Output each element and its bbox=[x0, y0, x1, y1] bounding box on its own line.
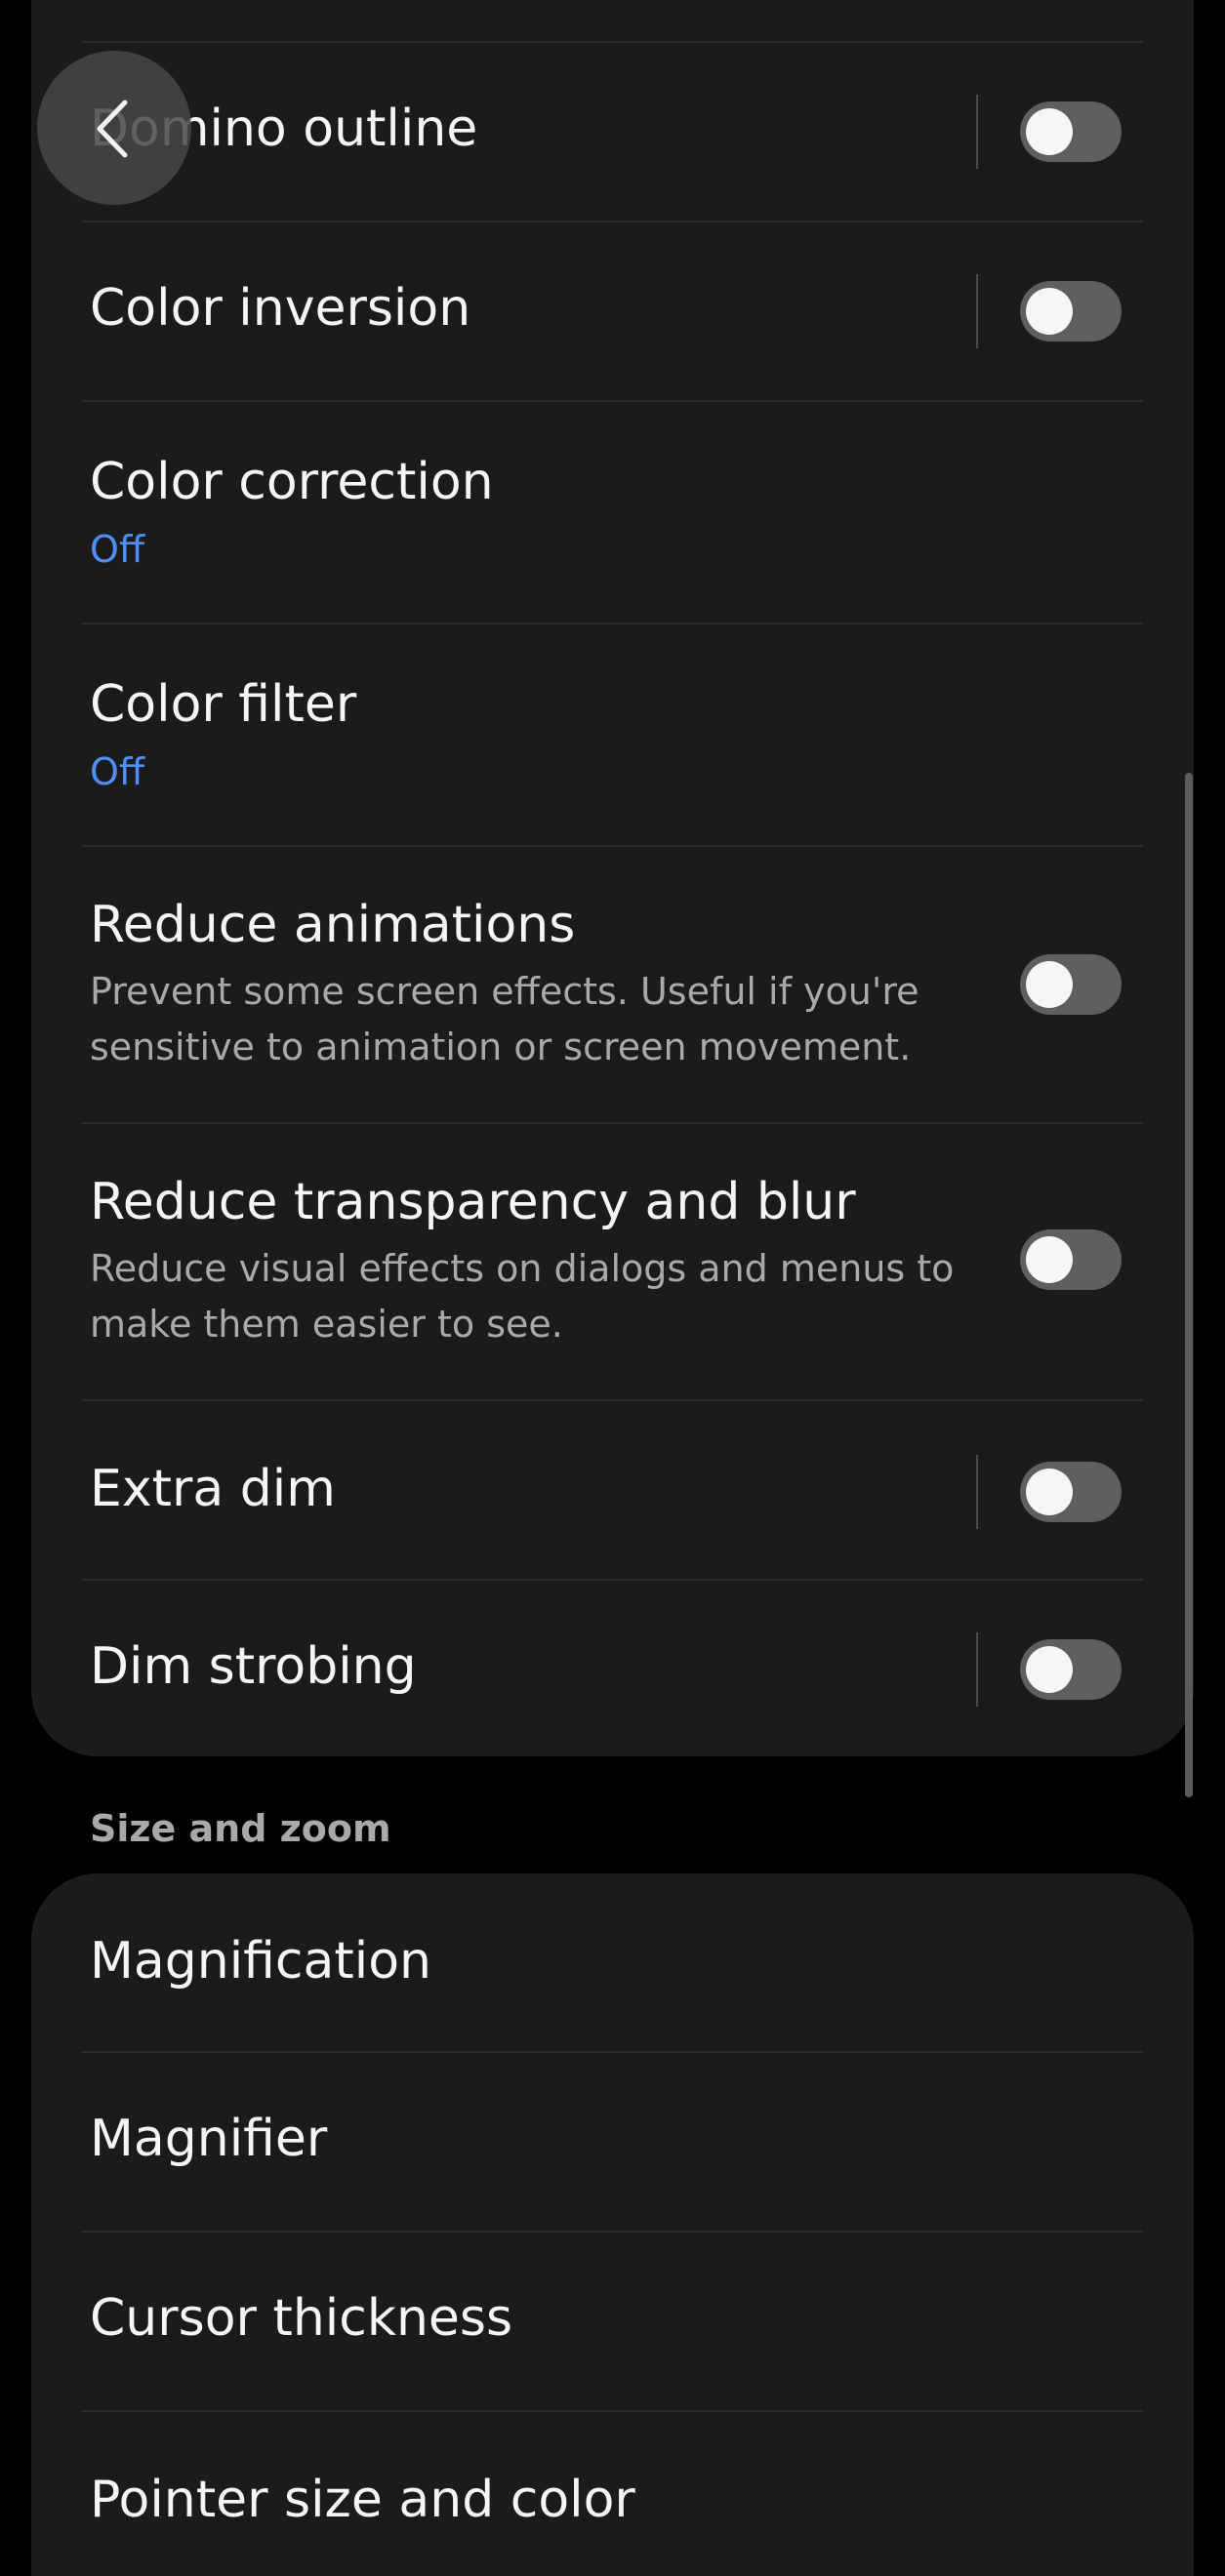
dim-strobing-toggle[interactable] bbox=[1020, 1639, 1122, 1700]
extra-dim-toggle[interactable] bbox=[1020, 1462, 1122, 1522]
toggle-knob bbox=[1026, 288, 1073, 335]
setting-description: Reduce visual effects on dialogs and men… bbox=[90, 1247, 955, 1346]
color-inversion-toggle[interactable] bbox=[1020, 281, 1122, 342]
setting-title: Dim strobing bbox=[90, 1637, 417, 1696]
setting-row-pointer-size-color[interactable]: Pointer size and color bbox=[31, 2412, 1194, 2576]
visibility-settings-card: Domino outline Color inversion Color cor… bbox=[31, 0, 1194, 1756]
setting-row-color-filter[interactable]: Color filter Off bbox=[31, 624, 1194, 847]
setting-title: Pointer size and color bbox=[90, 2471, 635, 2529]
setting-title: Reduce animations bbox=[90, 896, 576, 954]
setting-title: Cursor thickness bbox=[90, 2289, 513, 2348]
setting-row-dim-strobing[interactable]: Dim strobing bbox=[31, 1581, 1194, 1756]
scrollbar[interactable] bbox=[1185, 773, 1193, 1797]
reduce-animations-toggle[interactable] bbox=[1020, 954, 1122, 1015]
setting-title: Magnifier bbox=[90, 2110, 328, 2168]
setting-status: Off bbox=[90, 750, 145, 793]
chevron-left-icon bbox=[97, 100, 128, 158]
setting-title: Reduce transparency and blur bbox=[90, 1173, 856, 1231]
toggle-knob bbox=[1026, 1469, 1073, 1515]
setting-description: Prevent some screen effects. Useful if y… bbox=[90, 970, 919, 1068]
toggle-knob bbox=[1026, 1646, 1073, 1693]
setting-title: Color inversion bbox=[90, 279, 471, 338]
row-separator bbox=[976, 1455, 978, 1529]
setting-row-color-correction[interactable]: Color correction Off bbox=[31, 402, 1194, 624]
toggle-knob bbox=[1026, 1236, 1073, 1283]
setting-title: Extra dim bbox=[90, 1460, 336, 1518]
setting-row-reduce-animations[interactable]: Reduce animations Prevent some screen ef… bbox=[31, 847, 1194, 1124]
setting-status: Off bbox=[90, 528, 145, 571]
toggle-knob bbox=[1026, 108, 1073, 155]
domino-outline-toggle[interactable] bbox=[1020, 101, 1122, 162]
setting-row-magnification[interactable]: Magnification bbox=[31, 1873, 1194, 2051]
row-separator bbox=[976, 1632, 978, 1707]
setting-title: Magnification bbox=[90, 1932, 431, 1991]
row-separator bbox=[976, 274, 978, 348]
setting-row-magnifier[interactable]: Magnifier bbox=[31, 2053, 1194, 2231]
section-header-size-and-zoom: Size and zoom bbox=[90, 1807, 391, 1850]
setting-title: Color correction bbox=[90, 453, 494, 511]
row-separator bbox=[976, 95, 978, 169]
size-and-zoom-card: Magnification Magnifier Cursor thickness… bbox=[31, 1873, 1194, 2576]
setting-row-domino-outline[interactable]: Domino outline bbox=[31, 43, 1194, 221]
setting-title: Color filter bbox=[90, 675, 357, 734]
toggle-knob bbox=[1026, 961, 1073, 1008]
setting-row-color-inversion[interactable]: Color inversion bbox=[31, 222, 1194, 400]
reduce-transparency-toggle[interactable] bbox=[1020, 1229, 1122, 1290]
back-button[interactable] bbox=[37, 51, 191, 205]
setting-row-reduce-transparency[interactable]: Reduce transparency and blur Reduce visu… bbox=[31, 1124, 1194, 1401]
setting-row-extra-dim[interactable]: Extra dim bbox=[31, 1401, 1194, 1579]
setting-row-cursor-thickness[interactable]: Cursor thickness bbox=[31, 2233, 1194, 2410]
